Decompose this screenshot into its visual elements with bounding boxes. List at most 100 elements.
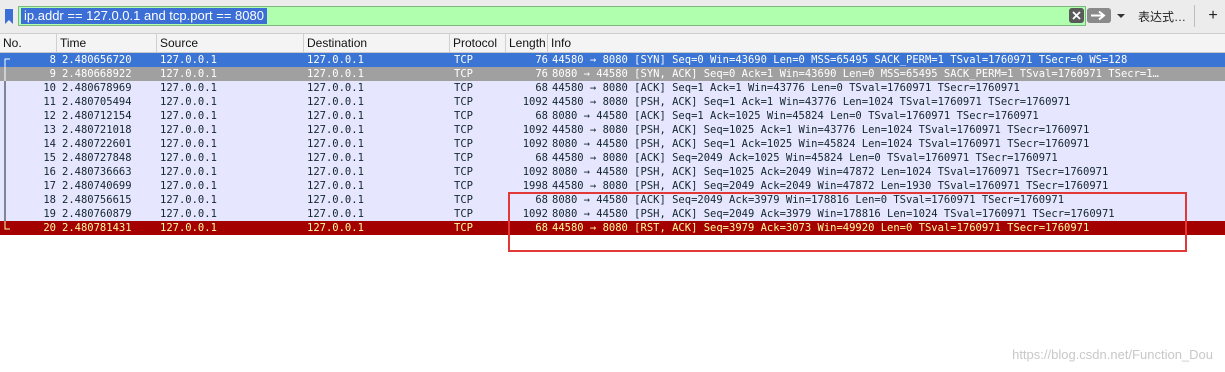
packet-number: 12 (43, 110, 56, 122)
apply-filter-arrow-icon[interactable] (1087, 8, 1111, 23)
packet-row[interactable]: 15 2.480727848 127.0.0.1 127.0.0.1 TCP 6… (0, 151, 1225, 165)
packet-number: 11 (43, 96, 56, 108)
packet-number: 15 (43, 152, 56, 164)
packet-destination: 127.0.0.1 (307, 166, 364, 178)
packet-source: 127.0.0.1 (160, 68, 217, 80)
packet-info: 8080 → 44580 [SYN, ACK] Seq=0 Ack=1 Win=… (552, 68, 1159, 80)
packet-time: 2.480736663 (62, 166, 132, 178)
packet-protocol: TCP (454, 166, 473, 178)
display-filter-input[interactable]: ip.addr == 127.0.0.1 and tcp.port == 808… (18, 6, 1086, 26)
display-filter-toolbar: ip.addr == 127.0.0.1 and tcp.port == 808… (0, 0, 1225, 34)
packet-protocol: TCP (454, 152, 473, 164)
packet-destination: 127.0.0.1 (307, 96, 364, 108)
packet-number: 14 (43, 138, 56, 150)
chevron-down-icon[interactable] (1113, 8, 1129, 24)
packet-destination: 127.0.0.1 (307, 152, 364, 164)
packet-destination: 127.0.0.1 (307, 110, 364, 122)
packet-destination: 127.0.0.1 (307, 222, 364, 234)
packet-length: 1998 (522, 180, 548, 192)
packet-source: 127.0.0.1 (160, 82, 217, 94)
packet-number: 8 (49, 54, 56, 66)
packet-number: 18 (43, 194, 56, 206)
packet-row[interactable]: 9 2.480668922 127.0.0.1 127.0.0.1 TCP 76… (0, 67, 1225, 81)
column-header-destination[interactable]: Destination (304, 34, 450, 52)
column-header-time[interactable]: Time (57, 34, 157, 52)
packet-row[interactable]: 10 2.480678969 127.0.0.1 127.0.0.1 TCP 6… (0, 81, 1225, 95)
packet-row[interactable]: 11 2.480705494 127.0.0.1 127.0.0.1 TCP 1… (0, 95, 1225, 109)
packet-source: 127.0.0.1 (160, 166, 217, 178)
packet-protocol: TCP (454, 82, 473, 94)
packet-time: 2.480656720 (62, 54, 132, 66)
packet-protocol: TCP (454, 138, 473, 150)
packet-time: 2.480705494 (62, 96, 132, 108)
packet-info: 8080 → 44580 [PSH, ACK] Seq=1025 Ack=204… (552, 166, 1109, 178)
packet-row[interactable]: 16 2.480736663 127.0.0.1 127.0.0.1 TCP 1… (0, 165, 1225, 179)
packet-time: 2.480760879 (62, 208, 132, 220)
packet-time: 2.480712154 (62, 110, 132, 122)
column-header-protocol[interactable]: Protocol (450, 34, 506, 52)
packet-protocol: TCP (454, 96, 473, 108)
packet-number: 20 (43, 222, 56, 234)
packet-time: 2.480781431 (62, 222, 132, 234)
packet-protocol: TCP (454, 222, 473, 234)
packet-protocol: TCP (454, 54, 473, 66)
packet-info: 44580 → 8080 [ACK] Seq=2049 Ack=1025 Win… (552, 152, 1058, 164)
packet-info: 44580 → 8080 [SYN] Seq=0 Win=43690 Len=0… (552, 54, 1128, 66)
packet-destination: 127.0.0.1 (307, 180, 364, 192)
packet-number: 17 (43, 180, 56, 192)
bookmark-icon[interactable] (2, 7, 16, 26)
packet-row[interactable]: 13 2.480721018 127.0.0.1 127.0.0.1 TCP 1… (0, 123, 1225, 137)
packet-source: 127.0.0.1 (160, 54, 217, 66)
packet-destination: 127.0.0.1 (307, 68, 364, 80)
packet-source: 127.0.0.1 (160, 110, 217, 122)
packet-source: 127.0.0.1 (160, 124, 217, 136)
packet-info: 44580 → 8080 [PSH, ACK] Seq=1 Ack=1 Win=… (552, 96, 1071, 108)
packet-info: 44580 → 8080 [ACK] Seq=1 Ack=1 Win=43776… (552, 82, 1020, 94)
packet-time: 2.480756615 (62, 194, 132, 206)
packet-protocol: TCP (454, 110, 473, 122)
packet-protocol: TCP (454, 208, 473, 220)
packet-source: 127.0.0.1 (160, 180, 217, 192)
watermark-text: https://blog.csdn.net/Function_Dou (1012, 347, 1213, 362)
packet-destination: 127.0.0.1 (307, 208, 364, 220)
packet-source: 127.0.0.1 (160, 152, 217, 164)
packet-protocol: TCP (454, 194, 473, 206)
packet-info: 44580 → 8080 [PSH, ACK] Seq=2049 Ack=204… (552, 180, 1109, 192)
packet-length: 1092 (522, 138, 548, 150)
expression-button[interactable]: 表达式… (1138, 8, 1186, 25)
packet-number: 13 (43, 124, 56, 136)
column-header-length[interactable]: Length (506, 34, 548, 52)
packet-time: 2.480727848 (62, 152, 132, 164)
highlight-annotation-box (508, 192, 1187, 252)
packet-row[interactable]: 14 2.480722601 127.0.0.1 127.0.0.1 TCP 1… (0, 137, 1225, 151)
packet-number: 16 (43, 166, 56, 178)
packet-row[interactable]: 12 2.480712154 127.0.0.1 127.0.0.1 TCP 6… (0, 109, 1225, 123)
packet-source: 127.0.0.1 (160, 208, 217, 220)
clear-filter-icon[interactable] (1069, 8, 1084, 23)
column-header-source[interactable]: Source (157, 34, 304, 52)
packet-time: 2.480668922 (62, 68, 132, 80)
packet-number: 9 (49, 68, 56, 80)
packet-list-header: No. Time Source Destination Protocol Len… (0, 34, 1225, 53)
packet-destination: 127.0.0.1 (307, 124, 364, 136)
packet-protocol: TCP (454, 124, 473, 136)
column-header-no[interactable]: No. (0, 34, 57, 52)
packet-length: 1092 (522, 166, 548, 178)
packet-time: 2.480722601 (62, 138, 132, 150)
packet-source: 127.0.0.1 (160, 194, 217, 206)
packet-source: 127.0.0.1 (160, 222, 217, 234)
packet-number: 10 (43, 82, 56, 94)
packet-time: 2.480740699 (62, 180, 132, 192)
packet-info: 8080 → 44580 [ACK] Seq=1 Ack=1025 Win=45… (552, 110, 1039, 122)
column-header-info[interactable]: Info (548, 34, 1225, 52)
packet-destination: 127.0.0.1 (307, 194, 364, 206)
packet-destination: 127.0.0.1 (307, 138, 364, 150)
packet-number: 19 (43, 208, 56, 220)
packet-length: 1092 (522, 124, 548, 136)
packet-source: 127.0.0.1 (160, 138, 217, 150)
packet-row[interactable]: 17 2.480740699 127.0.0.1 127.0.0.1 TCP 1… (0, 179, 1225, 193)
packet-row[interactable]: 8 2.480656720 127.0.0.1 127.0.0.1 TCP 76… (0, 53, 1225, 67)
add-filter-button[interactable]: + (1206, 6, 1220, 26)
packet-info: 8080 → 44580 [PSH, ACK] Seq=1 Ack=1025 W… (552, 138, 1090, 150)
filter-expression-text: ip.addr == 127.0.0.1 and tcp.port == 808… (21, 8, 267, 24)
